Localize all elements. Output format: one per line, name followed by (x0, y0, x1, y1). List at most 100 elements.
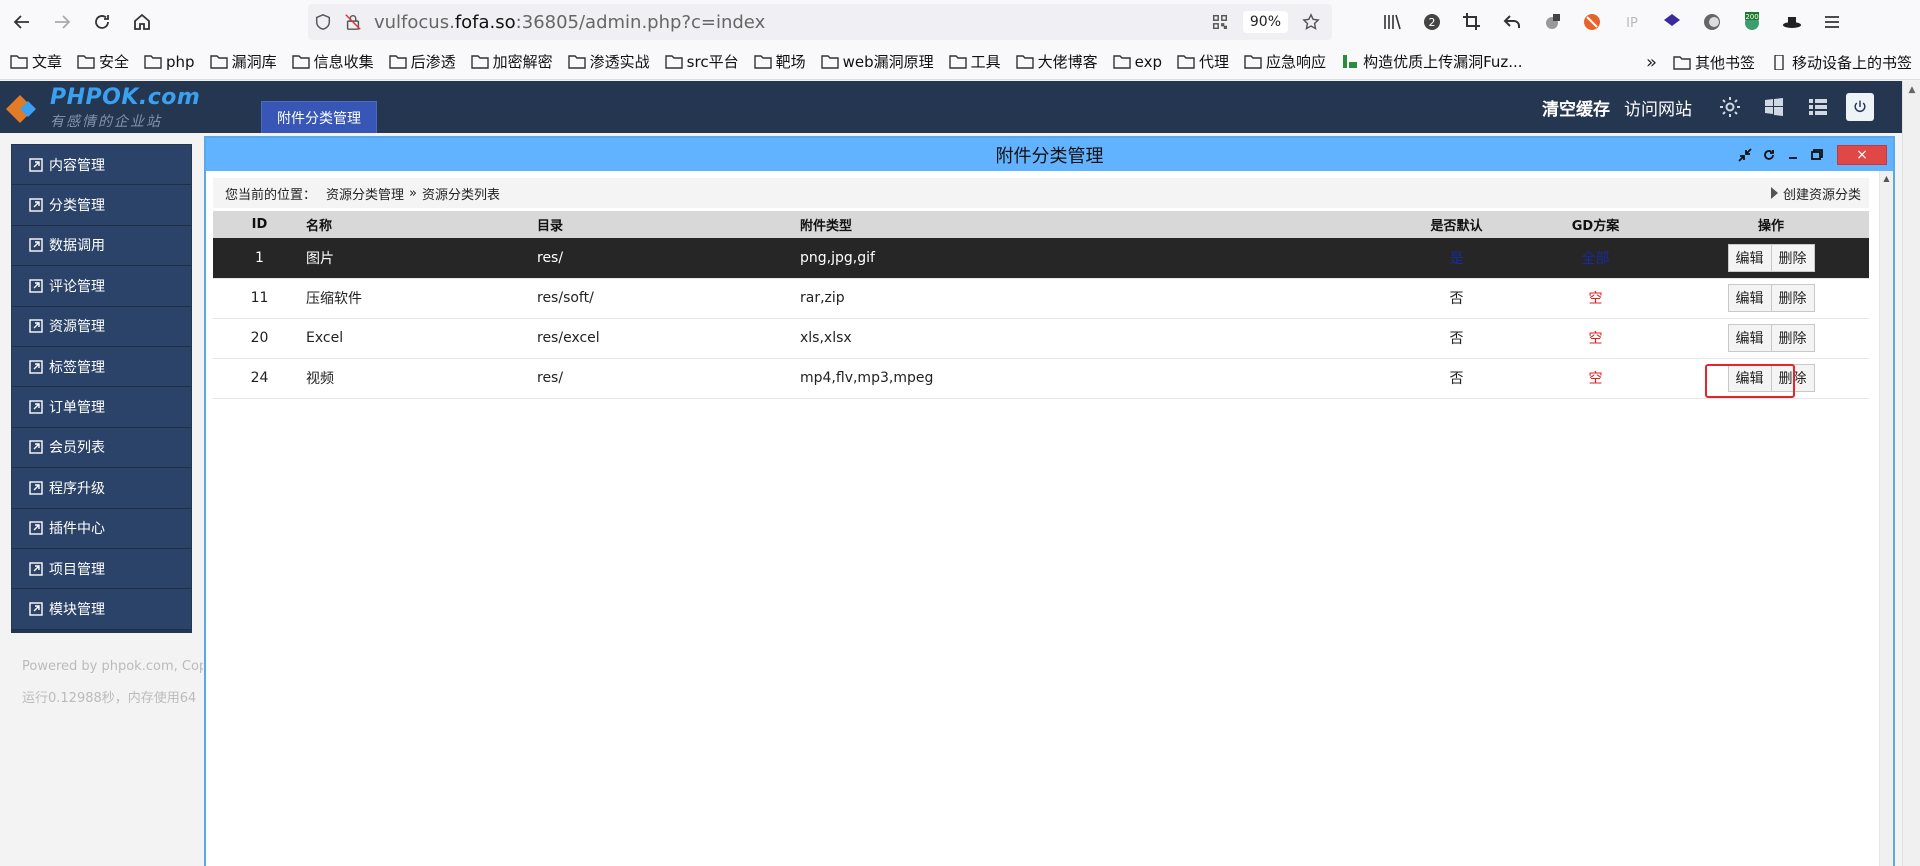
sidebar-item[interactable]: 分类管理 (12, 185, 191, 226)
bookmark-item[interactable]: 构造优质上传漏洞Fuz... (1341, 51, 1523, 72)
extension-badge-icon[interactable]: 2 (1412, 0, 1452, 44)
cell-actions: 编辑 删除 (1673, 318, 1869, 359)
bookmark-item[interactable]: 安全 (77, 51, 129, 72)
forward-button[interactable] (44, 4, 80, 40)
cell-default: 否 (1395, 318, 1518, 359)
qr-code-icon[interactable] (1205, 4, 1235, 40)
ip-icon[interactable]: IP (1612, 0, 1652, 44)
other-bookmarks[interactable]: 其他书签 (1673, 52, 1755, 73)
scroll-up-arrow-icon[interactable]: ▲ (1880, 171, 1893, 185)
sidebar-item[interactable]: 内容管理 (12, 145, 191, 186)
logo[interactable]: PHPOK.com 有感情的企业站 (0, 83, 210, 131)
bookmark-item[interactable]: 加密解密 (470, 51, 553, 72)
more-bookmarks-chevron-icon[interactable]: » (1646, 52, 1657, 73)
bookmark-item[interactable]: 渗透实战 (567, 51, 650, 72)
bookmark-item[interactable]: exp (1112, 53, 1162, 71)
table-row[interactable]: 1 图片 res/png,jpg,gif 是全部 编辑 删除 (213, 238, 1869, 279)
cell-type: xls,xlsx (800, 318, 1395, 359)
page-scroll-up-arrow-icon[interactable]: ▲ (1903, 81, 1920, 99)
folder-icon (1112, 55, 1131, 69)
sidebar-item[interactable]: 数据调用 (12, 225, 191, 267)
sidebar-item[interactable]: 模块管理 (12, 589, 191, 630)
extension-gear-icon[interactable] (1532, 0, 1572, 44)
windows-icon[interactable] (1762, 95, 1786, 119)
bookmark-item[interactable]: 工具 (948, 51, 1001, 72)
bookmark-item[interactable]: 漏洞库 (209, 51, 277, 72)
home-icon (134, 13, 150, 30)
admin-topbar: PHPOK.com 有感情的企业站 附件分类管理 清空缓存 访问网站 (0, 81, 1902, 133)
mobile-bookmarks[interactable]: 移动设备上的书签 (1770, 52, 1912, 73)
edit-button[interactable]: 编辑 (1727, 324, 1772, 352)
logout-button[interactable] (1846, 93, 1874, 121)
delete-button[interactable]: 删除 (1771, 284, 1815, 312)
sidebar-item[interactable]: 资源管理 (12, 306, 191, 347)
table-row[interactable]: 20 Excel res/excel xls,xlsx 否空编辑 删除 (213, 318, 1869, 359)
sidebar-item[interactable]: 项目管理 (12, 548, 191, 590)
bookmark-item[interactable]: php (144, 53, 195, 71)
sidebar-item-label: 订单管理 (49, 400, 105, 417)
home-button[interactable] (124, 4, 160, 40)
refresh-icon[interactable] (1757, 143, 1781, 167)
edit-button[interactable]: 编辑 (1727, 243, 1772, 272)
zoom-level[interactable]: 90% (1242, 11, 1288, 33)
tab-attachment-category[interactable]: 附件分类管理 (261, 101, 377, 133)
gear-icon[interactable] (1718, 95, 1742, 119)
sidebar-item[interactable]: 标签管理 (12, 346, 191, 388)
clear-cache-link[interactable]: 清空缓存 (1542, 95, 1610, 120)
green-extension-icon[interactable]: 200 (1732, 0, 1772, 44)
hat-icon[interactable] (1772, 0, 1812, 44)
delete-button[interactable]: 删除 (1771, 243, 1815, 272)
bookmark-item[interactable]: 文章 (10, 51, 62, 72)
list-icon[interactable] (1806, 95, 1830, 119)
bookmark-star-icon[interactable] (1296, 4, 1326, 40)
edit-button[interactable]: 编辑 (1727, 284, 1772, 312)
external-link-icon (29, 481, 43, 495)
mobile-device-icon (1774, 54, 1784, 70)
restore-icon[interactable] (1805, 143, 1829, 167)
blocker-icon[interactable] (1572, 0, 1612, 44)
undo-icon[interactable] (1492, 0, 1532, 44)
half-circle-icon[interactable] (1692, 0, 1732, 44)
sidebar-item[interactable]: 订单管理 (12, 387, 191, 428)
collapse-icon[interactable] (1733, 143, 1757, 167)
back-button[interactable] (4, 4, 40, 40)
visit-site-link[interactable]: 访问网站 (1624, 95, 1692, 120)
shield-icon[interactable] (308, 4, 338, 40)
menu-icon[interactable] (1812, 0, 1852, 44)
sidebar-item-label: 会员列表 (49, 440, 105, 457)
attachment-category-table: ID 名称 目录 附件类型 是否默认 GD方案 操作 1 图片 res/png,jp… (213, 211, 1869, 399)
table-row[interactable]: 24 视频 res/mp4,flv,mp3,mpeg 否空编辑 删除 (213, 358, 1869, 399)
folder-icon (753, 55, 772, 69)
library-icon[interactable] (1372, 0, 1412, 44)
bookmark-item[interactable]: web漏洞原理 (820, 51, 934, 72)
url-bar[interactable]: vulfocus.fofa.so:36805/admin.php?c=index… (308, 4, 1332, 40)
sidebar-item[interactable]: 评论管理 (12, 266, 191, 307)
forward-arrow-icon (55, 15, 71, 29)
bookmark-item[interactable]: src平台 (664, 51, 739, 72)
minimize-icon[interactable] (1781, 143, 1805, 167)
breadcrumb-resource-category[interactable]: 资源分类管理 (326, 184, 404, 203)
layers-icon[interactable] (1652, 0, 1692, 44)
col-gd: GD方案 (1518, 211, 1673, 238)
url-text[interactable]: vulfocus.fofa.so:36805/admin.php?c=index (374, 12, 765, 33)
crop-icon[interactable] (1452, 0, 1492, 44)
bookmark-item[interactable]: 应急响应 (1244, 51, 1326, 72)
bookmark-item[interactable]: 后渗透 (388, 51, 456, 72)
content-scrollbar[interactable]: ▲ (1879, 171, 1893, 866)
insecure-lock-icon[interactable] (338, 4, 368, 40)
bookmark-item[interactable]: 代理 (1177, 51, 1229, 72)
page-scrollbar[interactable]: ▲ (1902, 81, 1920, 866)
external-link-icon (29, 359, 43, 374)
table-row[interactable]: 11 压缩软件 res/soft/rar,zip 否空编辑 删除 (213, 278, 1869, 319)
bookmark-item[interactable]: 信息收集 (291, 51, 374, 72)
reload-button[interactable] (84, 4, 120, 40)
sidebar-item[interactable]: 插件中心 (12, 508, 191, 549)
sidebar-item[interactable]: 会员列表 (12, 427, 191, 469)
bookmark-item[interactable]: 靶场 (753, 51, 806, 72)
sidebar-item[interactable]: 程序升级 (12, 468, 191, 509)
create-resource-category-link[interactable]: 创建资源分类 (1770, 178, 1861, 208)
bookmark-item[interactable]: 大佬博客 (1015, 51, 1098, 72)
delete-button[interactable]: 删除 (1771, 324, 1815, 352)
panel-close-button[interactable]: × (1837, 144, 1887, 165)
external-link-icon (29, 157, 43, 172)
